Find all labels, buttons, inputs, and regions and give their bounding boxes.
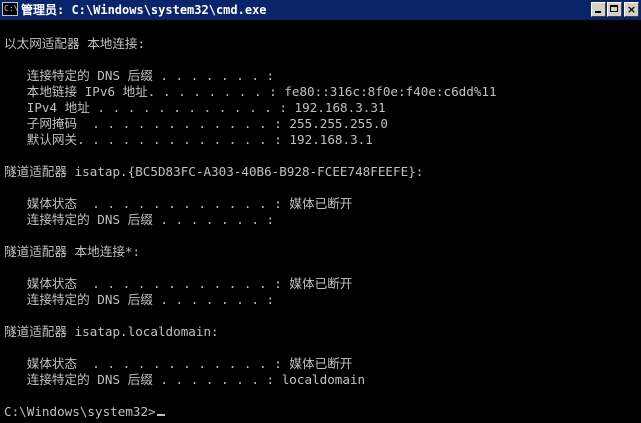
console-line: 媒体状态 . . . . . . . . . . . . : 媒体已断开	[4, 356, 353, 371]
console-line: 本地链接 IPv6 地址. . . . . . . . : fe80::316c…	[4, 84, 497, 99]
console-line: 以太网适配器 本地连接:	[4, 36, 146, 51]
cmd-app-icon[interactable]: C:\	[2, 2, 18, 16]
console-line: 连接特定的 DNS 后缀 . . . . . . . :	[4, 68, 275, 83]
cmd-app-icon-label: C:\	[4, 4, 19, 13]
console-line: 隧道适配器 isatap.localdomain:	[4, 324, 219, 339]
console-output[interactable]: 以太网适配器 本地连接: 连接特定的 DNS 后缀 . . . . . . . …	[0, 20, 641, 423]
console-line: 连接特定的 DNS 后缀 . . . . . . . : localdomain	[4, 372, 366, 387]
console-line: 媒体状态 . . . . . . . . . . . . : 媒体已断开	[4, 196, 353, 211]
console-line: 默认网关. . . . . . . . . . . . . : 192.168.…	[4, 132, 373, 147]
text-cursor	[156, 414, 165, 416]
window-title: 管理员: C:\Windows\system32\cmd.exe	[21, 3, 267, 17]
console-line: 隧道适配器 本地连接*:	[4, 244, 141, 259]
console-line: 连接特定的 DNS 后缀 . . . . . . . :	[4, 212, 275, 227]
command-prompt: C:\Windows\system32>	[4, 404, 156, 419]
console-line: 媒体状态 . . . . . . . . . . . . : 媒体已断开	[4, 276, 353, 291]
console-line: 连接特定的 DNS 后缀 . . . . . . . :	[4, 292, 275, 307]
console-line: 隧道适配器 isatap.{BC5D83FC-A303-40B6-B928-FC…	[4, 164, 424, 179]
close-icon: ×	[626, 3, 637, 16]
maximize-button[interactable]	[607, 2, 622, 17]
title-bar[interactable]: C:\ 管理员: C:\Windows\system32\cmd.exe ×	[0, 0, 641, 20]
command-prompt-line[interactable]: C:\Windows\system32>	[4, 404, 165, 420]
minimize-button[interactable]	[591, 2, 606, 17]
close-button[interactable]: ×	[624, 2, 639, 17]
console-line: IPv4 地址 . . . . . . . . . . . . : 192.16…	[4, 100, 386, 115]
maximize-icon	[610, 5, 618, 12]
cmd-window: C:\ 管理员: C:\Windows\system32\cmd.exe × 以…	[0, 0, 641, 423]
minimize-icon	[595, 11, 601, 13]
console-line: 子网掩码 . . . . . . . . . . . . : 255.255.2…	[4, 116, 388, 131]
